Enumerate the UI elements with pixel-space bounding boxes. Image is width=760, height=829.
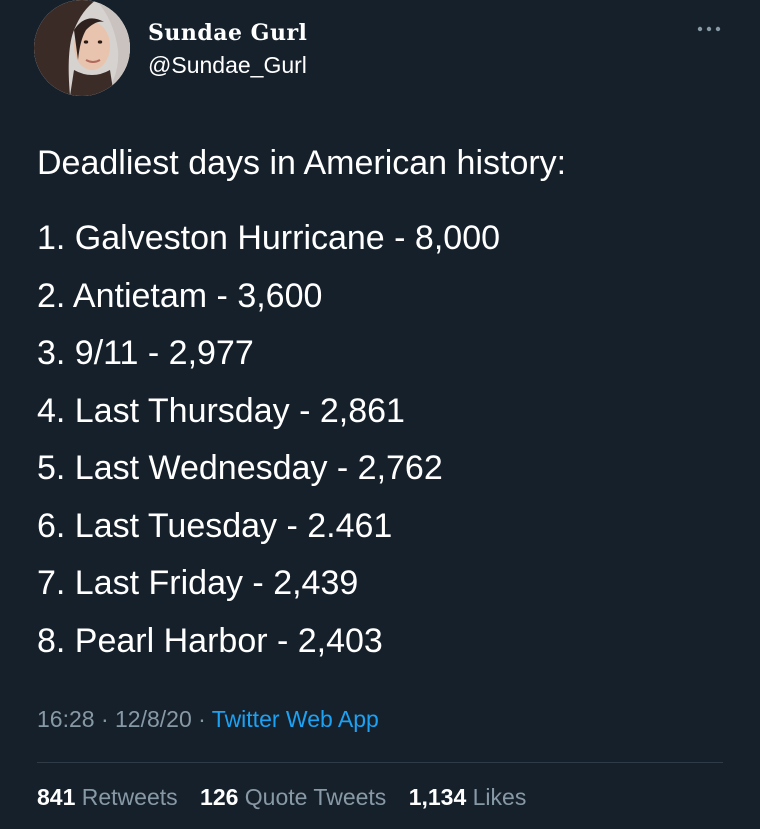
avatar-photo — [34, 0, 130, 96]
tweet-stats: 841 Retweets 126 Quote Tweets 1,134 Like… — [37, 784, 542, 811]
meta-separator: · — [191, 706, 212, 732]
list-item: 5. Last Wednesday - 2,762 — [37, 449, 443, 487]
tweet-heading: Deadliest days in American history: — [37, 144, 567, 182]
quote-tweets-count: 126 — [200, 784, 239, 810]
avatar[interactable] — [34, 0, 130, 96]
tweet-meta: 16:28 · 12/8/20 · Twitter Web App — [37, 706, 379, 733]
tweet-date[interactable]: 12/8/20 — [115, 706, 192, 732]
more-horizontal-icon[interactable] — [694, 22, 724, 36]
tweet-text: Deadliest days in American history: 1. G… — [37, 140, 727, 670]
retweets-stat[interactable]: 841 Retweets — [37, 784, 178, 811]
retweets-count: 841 — [37, 784, 76, 810]
tweet-list: 1. Galveston Hurricane - 8,000 2. Antiet… — [37, 210, 727, 670]
tweet-header: Sundae Gurl @Sundae_Gurl — [34, 0, 724, 100]
list-item: 3. 9/11 - 2,977 — [37, 334, 254, 372]
retweets-label: Retweets — [81, 784, 178, 810]
list-item: 6. Last Tuesday - 2.461 — [37, 506, 393, 545]
display-name[interactable]: Sundae Gurl — [148, 20, 307, 46]
list-item: 1. Galveston Hurricane - 8,000 — [37, 219, 501, 257]
tweet: Sundae Gurl @Sundae_Gurl Deadliest days … — [0, 0, 760, 829]
divider — [37, 762, 723, 763]
likes-stat[interactable]: 1,134 Likes — [409, 784, 527, 811]
tweet-time[interactable]: 16:28 — [37, 706, 95, 732]
list-item: 2. Antietam - 3,600 — [37, 276, 323, 315]
list-item: 4. Last Thursday - 2,861 — [37, 391, 405, 430]
quote-tweets-label: Quote Tweets — [244, 784, 387, 810]
quote-tweets-stat[interactable]: 126 Quote Tweets — [200, 784, 386, 811]
tweet-source-link[interactable]: Twitter Web App — [212, 706, 379, 732]
user-handle[interactable]: @Sundae_Gurl — [148, 52, 307, 79]
likes-count: 1,134 — [408, 784, 467, 810]
meta-separator: · — [94, 706, 116, 732]
list-item: 8. Pearl Harbor - 2,403 — [37, 621, 383, 660]
likes-label: Likes — [472, 784, 527, 810]
list-item: 7. Last Friday - 2,439 — [37, 564, 359, 602]
